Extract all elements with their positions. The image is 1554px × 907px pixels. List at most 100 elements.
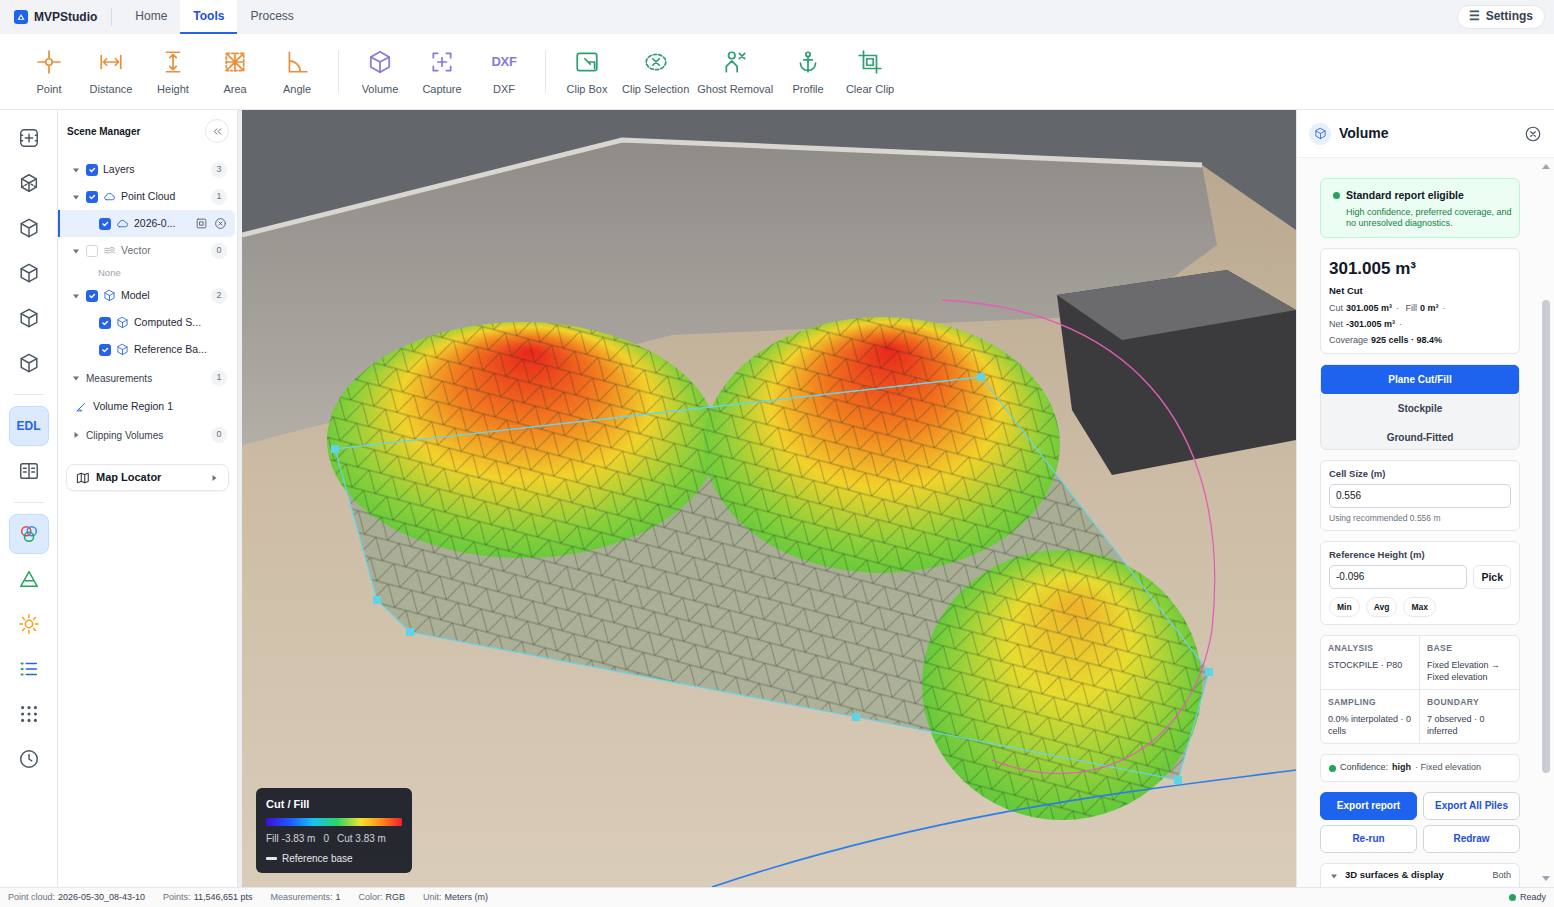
- checkbox-wrap: [99, 344, 111, 356]
- rail-button[interactable]: [11, 165, 47, 201]
- settings-button[interactable]: ☰Settings: [1457, 5, 1545, 29]
- main-tab[interactable]: Home: [122, 0, 180, 34]
- summary-cell: BOUNDARY7 observed · 0 inferred: [1420, 690, 1519, 743]
- tree-row[interactable]: Point Cloud1: [58, 183, 235, 210]
- mode-button[interactable]: Plane Cut/Fill: [1321, 365, 1519, 394]
- clock-icon: [18, 748, 40, 770]
- rail-button[interactable]: [11, 651, 47, 687]
- main-tab[interactable]: Process: [237, 0, 306, 34]
- tool-button[interactable]: Clip Box: [556, 34, 618, 109]
- box-select-icon[interactable]: [195, 217, 208, 230]
- mode-button[interactable]: Stockpile: [1321, 394, 1519, 423]
- tree-row[interactable]: Vector0: [58, 237, 235, 264]
- rail-button[interactable]: [11, 696, 47, 732]
- tool-button[interactable]: DXFDXF: [473, 34, 535, 109]
- scroll-thumb[interactable]: [1542, 300, 1550, 773]
- collapse-button[interactable]: [205, 119, 229, 143]
- tree-row[interactable]: Layers3: [58, 156, 235, 183]
- rail-separator: [14, 502, 44, 503]
- tool-button[interactable]: Clear Clip: [839, 34, 901, 109]
- pick-label: Pick: [1481, 571, 1503, 583]
- panel-scrollbar[interactable]: [1541, 164, 1551, 881]
- tool-button[interactable]: Capture: [411, 34, 473, 109]
- pick-button[interactable]: Pick: [1473, 565, 1511, 589]
- tool-button[interactable]: Area: [204, 34, 266, 109]
- caret-icon[interactable]: [71, 431, 81, 439]
- preset-label: Max: [1411, 602, 1428, 612]
- rail-button[interactable]: [11, 120, 47, 156]
- node-label: Model: [121, 288, 150, 304]
- caret-icon[interactable]: [71, 166, 81, 174]
- point-cloud-render[interactable]: [242, 110, 1296, 887]
- tree-row[interactable]: 2026-0...: [58, 210, 235, 237]
- tool-button[interactable]: Height: [142, 34, 204, 109]
- tool-icon-box: [159, 48, 187, 76]
- map-locator-button[interactable]: Map Locator: [66, 464, 229, 491]
- tool-button[interactable]: Clip Selection: [618, 34, 693, 109]
- caret-icon[interactable]: [71, 374, 81, 382]
- summary-value: 0.0% interpolated · 0 cells: [1328, 713, 1413, 737]
- reference-height-input[interactable]: [1329, 565, 1467, 589]
- rail-button[interactable]: EDL: [9, 406, 49, 446]
- status-label: Unit:: [423, 892, 442, 902]
- legend-scale: Fill -3.83 m0Cut 3.83 m: [266, 831, 402, 846]
- caret-icon[interactable]: [71, 193, 81, 201]
- tool-button[interactable]: Point: [18, 34, 80, 109]
- preset-button[interactable]: Min: [1329, 597, 1360, 617]
- clip-select-icon: [643, 49, 669, 75]
- rail-button[interactable]: [11, 210, 47, 246]
- action-button[interactable]: Export report: [1320, 792, 1417, 820]
- tool-button[interactable]: Angle: [266, 34, 328, 109]
- main-tab[interactable]: Tools: [180, 0, 237, 34]
- display-section-header[interactable]: 3D surfaces & displayBoth: [1320, 863, 1520, 887]
- top-bar: MVPStudioHomeToolsProcess☰Settings: [0, 0, 1554, 34]
- preset-button[interactable]: Max: [1403, 597, 1436, 617]
- rail-button[interactable]: [11, 741, 47, 777]
- tree-row[interactable]: Volume Region 1: [58, 393, 235, 420]
- circle-x-icon[interactable]: [214, 217, 227, 230]
- rail-button[interactable]: [11, 255, 47, 291]
- rail-button[interactable]: [11, 453, 47, 489]
- tree-row[interactable]: Measurements1: [58, 363, 235, 393]
- action-button[interactable]: Re-run: [1320, 825, 1417, 853]
- rail-button[interactable]: [11, 300, 47, 336]
- caret-icon[interactable]: [71, 247, 81, 255]
- layer-checkbox[interactable]: [99, 344, 111, 356]
- rail-button[interactable]: [11, 345, 47, 381]
- circle-x-icon[interactable]: [1524, 125, 1542, 143]
- mode-label: Ground-Fitted: [1387, 432, 1454, 443]
- distance-icon: [98, 49, 124, 75]
- scroll-down-icon[interactable]: [1542, 876, 1550, 881]
- caret-icon[interactable]: [1329, 872, 1339, 880]
- layer-checkbox[interactable]: [86, 191, 98, 203]
- fit-icon: [18, 127, 40, 149]
- tool-button[interactable]: Profile: [777, 34, 839, 109]
- tool-icon-box: [35, 48, 63, 76]
- caret-icon[interactable]: [71, 292, 81, 300]
- app-window: MVPStudioHomeToolsProcess☰SettingsPointD…: [0, 0, 1554, 907]
- action-button[interactable]: Export All Piles: [1423, 792, 1520, 820]
- tree-row[interactable]: Clipping Volumes0: [58, 420, 235, 450]
- tree-row[interactable]: Reference Ba...: [58, 336, 235, 363]
- tool-button[interactable]: Distance: [80, 34, 142, 109]
- tree-row[interactable]: Computed S...: [58, 309, 235, 336]
- rail-button[interactable]: [11, 561, 47, 597]
- scroll-up-icon[interactable]: [1542, 164, 1550, 169]
- tool-button[interactable]: Ghost Removal: [693, 34, 777, 109]
- reference-height-card: Reference Height (m)PickMinAvgMax: [1320, 541, 1520, 625]
- metric-value: 0 m³: [1420, 303, 1439, 313]
- rail-button[interactable]: [9, 514, 49, 554]
- layer-checkbox[interactable]: [99, 218, 111, 230]
- preset-button[interactable]: Avg: [1366, 597, 1398, 617]
- cloud-icon: [103, 190, 116, 203]
- layer-checkbox[interactable]: [86, 290, 98, 302]
- tree-row[interactable]: Model2: [58, 282, 235, 309]
- action-button[interactable]: Redraw: [1423, 825, 1520, 853]
- caret-icon[interactable]: [209, 474, 219, 482]
- tool-button[interactable]: Volume: [349, 34, 411, 109]
- mode-button[interactable]: Ground-Fitted: [1321, 423, 1519, 450]
- rail-button[interactable]: [11, 606, 47, 642]
- layer-checkbox[interactable]: [99, 317, 111, 329]
- cell-size-input[interactable]: [1329, 484, 1511, 508]
- layer-checkbox[interactable]: [86, 164, 98, 176]
